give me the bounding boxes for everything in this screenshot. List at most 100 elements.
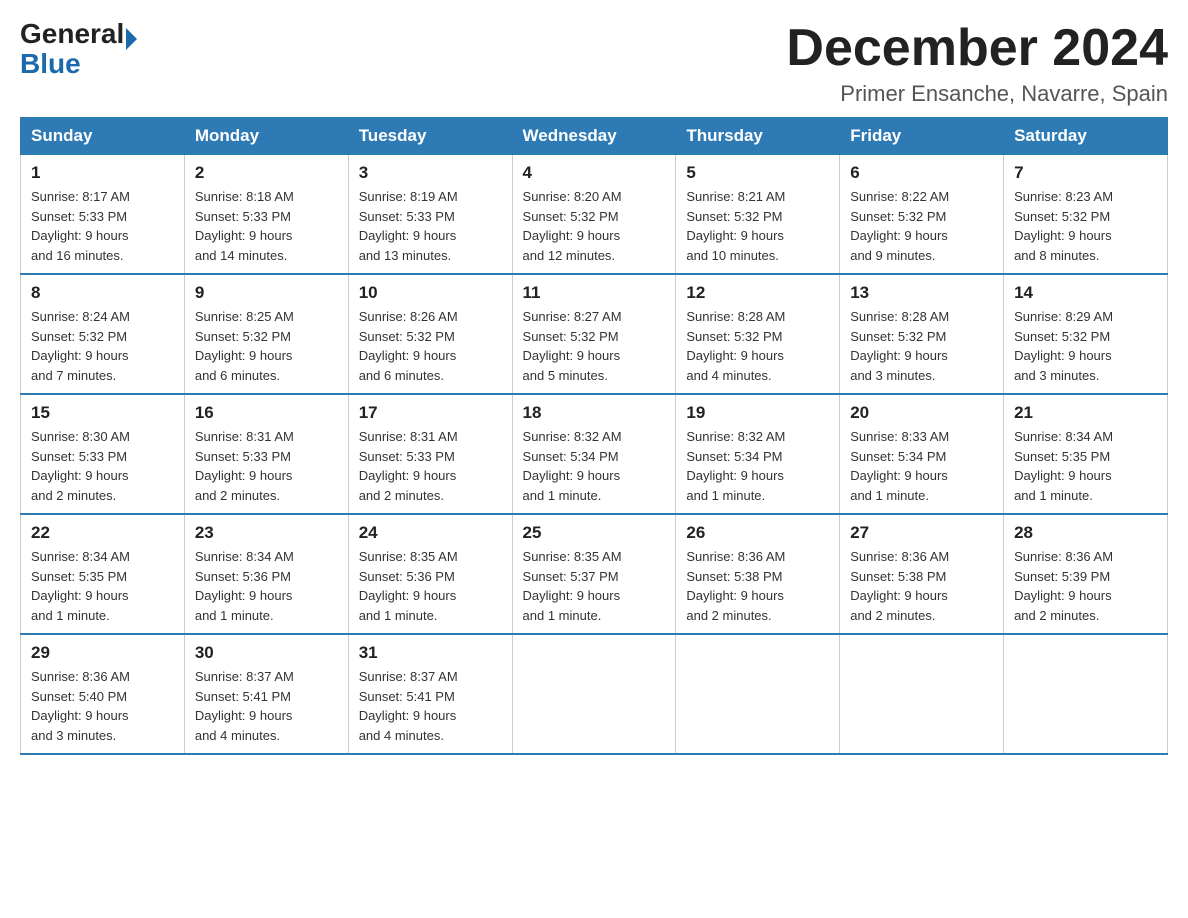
calendar-day-cell: 26 Sunrise: 8:36 AMSunset: 5:38 PMDayligh… — [676, 514, 840, 634]
day-number: 8 — [31, 283, 174, 303]
day-number: 20 — [850, 403, 993, 423]
day-of-week-header: Friday — [840, 118, 1004, 155]
calendar-day-cell: 15 Sunrise: 8:30 AMSunset: 5:33 PMDayligh… — [21, 394, 185, 514]
calendar-day-cell: 1 Sunrise: 8:17 AMSunset: 5:33 PMDaylight… — [21, 155, 185, 275]
calendar-day-cell: 23Sunrise: 8:34 AMSunset: 5:36 PMDayligh… — [184, 514, 348, 634]
day-number: 24 — [359, 523, 502, 543]
day-info: Sunrise: 8:36 AMSunset: 5:39 PMDaylight:… — [1014, 547, 1157, 625]
calendar-day-cell: 2 Sunrise: 8:18 AMSunset: 5:33 PMDaylight… — [184, 155, 348, 275]
calendar-week-row: 29 Sunrise: 8:36 AMSunset: 5:40 PMDayligh… — [21, 634, 1168, 754]
day-info: Sunrise: 8:26 AMSunset: 5:32 PMDaylight:… — [359, 307, 502, 385]
day-number: 27 — [850, 523, 993, 543]
calendar-day-cell: 21Sunrise: 8:34 AMSunset: 5:35 PMDayligh… — [1004, 394, 1168, 514]
day-info: Sunrise: 8:36 AMSunset: 5:38 PMDaylight:… — [850, 547, 993, 625]
calendar-day-cell: 30Sunrise: 8:37 AMSunset: 5:41 PMDayligh… — [184, 634, 348, 754]
calendar-week-row: 15 Sunrise: 8:30 AMSunset: 5:33 PMDayligh… — [21, 394, 1168, 514]
calendar-day-cell: 11Sunrise: 8:27 AMSunset: 5:32 PMDayligh… — [512, 274, 676, 394]
day-info: Sunrise: 8:35 AMSunset: 5:37 PMDaylight:… — [523, 547, 666, 625]
calendar-day-cell — [676, 634, 840, 754]
day-info: Sunrise: 8:34 AMSunset: 5:36 PMDaylight:… — [195, 547, 338, 625]
day-info: Sunrise: 8:36 AMSunset: 5:38 PMDaylight:… — [686, 547, 829, 625]
day-number: 12 — [686, 283, 829, 303]
day-info: Sunrise: 8:32 AMSunset: 5:34 PMDaylight:… — [686, 427, 829, 505]
day-info: Sunrise: 8:30 AMSunset: 5:33 PMDaylight:… — [31, 427, 174, 505]
day-info: Sunrise: 8:17 AMSunset: 5:33 PMDaylight:… — [31, 187, 174, 265]
calendar-day-cell: 4Sunrise: 8:20 AMSunset: 5:32 PMDaylight… — [512, 155, 676, 275]
calendar-day-cell: 19 Sunrise: 8:32 AMSunset: 5:34 PMDayligh… — [676, 394, 840, 514]
day-number: 11 — [523, 283, 666, 303]
day-info: Sunrise: 8:35 AMSunset: 5:36 PMDaylight:… — [359, 547, 502, 625]
calendar-day-cell: 3 Sunrise: 8:19 AMSunset: 5:33 PMDaylight… — [348, 155, 512, 275]
day-info: Sunrise: 8:22 AMSunset: 5:32 PMDaylight:… — [850, 187, 993, 265]
day-number: 31 — [359, 643, 502, 663]
calendar-day-cell: 24 Sunrise: 8:35 AMSunset: 5:36 PMDayligh… — [348, 514, 512, 634]
day-number: 30 — [195, 643, 338, 663]
location-subtitle: Primer Ensanche, Navarre, Spain — [786, 81, 1168, 107]
calendar-day-cell: 9 Sunrise: 8:25 AMSunset: 5:32 PMDaylight… — [184, 274, 348, 394]
day-number: 19 — [686, 403, 829, 423]
calendar-day-cell: 8 Sunrise: 8:24 AMSunset: 5:32 PMDaylight… — [21, 274, 185, 394]
day-info: Sunrise: 8:25 AMSunset: 5:32 PMDaylight:… — [195, 307, 338, 385]
day-number: 25 — [523, 523, 666, 543]
calendar-day-cell: 20Sunrise: 8:33 AMSunset: 5:34 PMDayligh… — [840, 394, 1004, 514]
day-number: 4 — [523, 163, 666, 183]
day-info: Sunrise: 8:23 AMSunset: 5:32 PMDaylight:… — [1014, 187, 1157, 265]
day-number: 26 — [686, 523, 829, 543]
day-number: 2 — [195, 163, 338, 183]
calendar-day-cell: 13 Sunrise: 8:28 AMSunset: 5:32 PMDayligh… — [840, 274, 1004, 394]
calendar-day-cell: 12 Sunrise: 8:28 AMSunset: 5:32 PMDayligh… — [676, 274, 840, 394]
title-area: December 2024 Primer Ensanche, Navarre, … — [786, 20, 1168, 107]
day-info: Sunrise: 8:36 AMSunset: 5:40 PMDaylight:… — [31, 667, 174, 745]
day-number: 29 — [31, 643, 174, 663]
calendar-day-cell: 5Sunrise: 8:21 AMSunset: 5:32 PMDaylight… — [676, 155, 840, 275]
day-number: 7 — [1014, 163, 1157, 183]
day-number: 1 — [31, 163, 174, 183]
day-info: Sunrise: 8:31 AMSunset: 5:33 PMDaylight:… — [359, 427, 502, 505]
day-number: 3 — [359, 163, 502, 183]
day-info: Sunrise: 8:24 AMSunset: 5:32 PMDaylight:… — [31, 307, 174, 385]
day-info: Sunrise: 8:28 AMSunset: 5:32 PMDaylight:… — [686, 307, 829, 385]
calendar-day-cell: 16 Sunrise: 8:31 AMSunset: 5:33 PMDayligh… — [184, 394, 348, 514]
calendar-day-cell: 17Sunrise: 8:31 AMSunset: 5:33 PMDayligh… — [348, 394, 512, 514]
calendar-week-row: 22 Sunrise: 8:34 AMSunset: 5:35 PMDayligh… — [21, 514, 1168, 634]
calendar-day-cell — [512, 634, 676, 754]
day-of-week-header: Monday — [184, 118, 348, 155]
calendar-table: SundayMondayTuesdayWednesdayThursdayFrid… — [20, 117, 1168, 755]
day-number: 14 — [1014, 283, 1157, 303]
calendar-day-cell: 31 Sunrise: 8:37 AMSunset: 5:41 PMDayligh… — [348, 634, 512, 754]
day-info: Sunrise: 8:18 AMSunset: 5:33 PMDaylight:… — [195, 187, 338, 265]
calendar-day-cell: 25 Sunrise: 8:35 AMSunset: 5:37 PMDayligh… — [512, 514, 676, 634]
day-number: 16 — [195, 403, 338, 423]
calendar-day-cell — [840, 634, 1004, 754]
day-number: 9 — [195, 283, 338, 303]
calendar-day-cell: 7 Sunrise: 8:23 AMSunset: 5:32 PMDaylight… — [1004, 155, 1168, 275]
day-info: Sunrise: 8:32 AMSunset: 5:34 PMDaylight:… — [523, 427, 666, 505]
day-of-week-header: Sunday — [21, 118, 185, 155]
day-number: 21 — [1014, 403, 1157, 423]
day-info: Sunrise: 8:19 AMSunset: 5:33 PMDaylight:… — [359, 187, 502, 265]
day-number: 13 — [850, 283, 993, 303]
calendar-day-cell: 10Sunrise: 8:26 AMSunset: 5:32 PMDayligh… — [348, 274, 512, 394]
day-of-week-header: Thursday — [676, 118, 840, 155]
calendar-day-cell: 14 Sunrise: 8:29 AMSunset: 5:32 PMDayligh… — [1004, 274, 1168, 394]
logo-triangle-icon — [126, 28, 137, 50]
logo: General Blue — [20, 20, 137, 78]
calendar-day-cell: 22 Sunrise: 8:34 AMSunset: 5:35 PMDayligh… — [21, 514, 185, 634]
day-info: Sunrise: 8:37 AMSunset: 5:41 PMDaylight:… — [359, 667, 502, 745]
day-number: 28 — [1014, 523, 1157, 543]
day-info: Sunrise: 8:31 AMSunset: 5:33 PMDaylight:… — [195, 427, 338, 505]
day-number: 15 — [31, 403, 174, 423]
logo-top-row: General — [20, 20, 137, 50]
day-number: 22 — [31, 523, 174, 543]
calendar-week-row: 8 Sunrise: 8:24 AMSunset: 5:32 PMDaylight… — [21, 274, 1168, 394]
calendar-week-row: 1 Sunrise: 8:17 AMSunset: 5:33 PMDaylight… — [21, 155, 1168, 275]
calendar-header-row: SundayMondayTuesdayWednesdayThursdayFrid… — [21, 118, 1168, 155]
calendar-day-cell: 28 Sunrise: 8:36 AMSunset: 5:39 PMDayligh… — [1004, 514, 1168, 634]
logo-general: General — [20, 18, 124, 49]
calendar-day-cell: 27 Sunrise: 8:36 AMSunset: 5:38 PMDayligh… — [840, 514, 1004, 634]
calendar-day-cell: 18Sunrise: 8:32 AMSunset: 5:34 PMDayligh… — [512, 394, 676, 514]
day-number: 6 — [850, 163, 993, 183]
day-info: Sunrise: 8:29 AMSunset: 5:32 PMDaylight:… — [1014, 307, 1157, 385]
day-info: Sunrise: 8:28 AMSunset: 5:32 PMDaylight:… — [850, 307, 993, 385]
day-info: Sunrise: 8:34 AMSunset: 5:35 PMDaylight:… — [31, 547, 174, 625]
